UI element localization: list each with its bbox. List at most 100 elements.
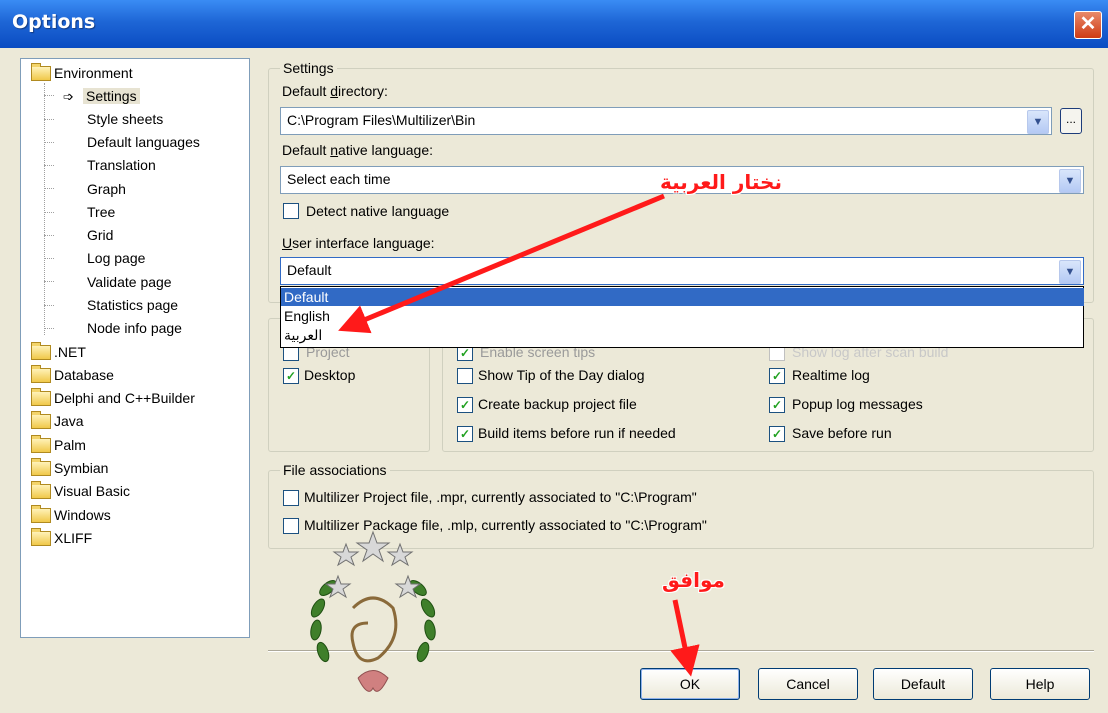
project-file-label: Multilizer Project file, .mpr, currently… (304, 489, 697, 505)
title-bar: Options ✕ (0, 0, 1108, 48)
folder-icon (31, 387, 51, 406)
folder-icon (31, 434, 51, 453)
label-part: ser interface language: (292, 235, 435, 251)
tree-item-node-info-page[interactable]: Node info page (87, 317, 182, 339)
tree-item-label: Visual Basic (54, 483, 131, 499)
folder-icon (31, 410, 51, 429)
label-accelerator: U (282, 235, 293, 251)
tree-item-windows[interactable]: Windows (31, 504, 111, 526)
label-part: Default (282, 83, 331, 99)
chevron-down-icon[interactable]: ▼ (1059, 260, 1081, 284)
tree-connector (44, 258, 54, 259)
tree-item-style-sheets[interactable]: Style sheets (87, 108, 163, 130)
ui-language-combo[interactable]: Default ▼ (280, 257, 1084, 285)
tree-item-validate-page[interactable]: Validate page (87, 271, 172, 293)
ui-language-label: User interface language: (282, 235, 435, 251)
default-button[interactable]: Default (873, 668, 973, 700)
tree-connector (44, 188, 54, 189)
native-language-label: Default native language: (282, 142, 433, 158)
tree-item-label: .NET (54, 344, 86, 360)
folder-icon (31, 62, 51, 81)
tree-item-visual-basic[interactable]: Visual Basic (31, 480, 130, 502)
tree-item-log-page[interactable]: Log page (87, 247, 145, 269)
build-items-checkbox[interactable]: ✓ (457, 426, 473, 442)
label-part: irectory: (338, 83, 388, 99)
popup-log-label: Popup log messages (792, 396, 923, 412)
show-tip-checkbox[interactable] (457, 368, 473, 384)
file-associations-title: File associations (280, 462, 390, 478)
tree-item-label: Palm (54, 437, 86, 453)
tree-item-label: XLIFF (54, 530, 93, 546)
tree-item-delphi[interactable]: Delphi and C++Builder (31, 387, 195, 409)
tree-connector (44, 83, 45, 335)
tree-connector (44, 328, 54, 329)
tree-item-symbian[interactable]: Symbian (31, 457, 108, 479)
default-directory-value: C:\Program Files\Multilizer\Bin (287, 112, 476, 128)
create-backup-checkbox[interactable]: ✓ (457, 397, 473, 413)
build-items-label: Build items before run if needed (478, 425, 676, 441)
tree-connector (44, 281, 54, 282)
help-button[interactable]: Help (990, 668, 1090, 700)
tree-connector (44, 165, 54, 166)
ui-language-dropdown-list[interactable]: Default English العربية (280, 286, 1084, 348)
tree-connector (44, 119, 54, 120)
desktop-checkbox[interactable]: ✓ (283, 368, 299, 384)
tree-item-environment[interactable]: Environment (31, 62, 133, 84)
dropdown-option-default[interactable]: Default (281, 288, 1084, 306)
settings-group-title: Settings (280, 60, 337, 76)
tree-item-database[interactable]: Database (31, 364, 114, 386)
label-part: Default (282, 142, 331, 158)
tree-connector (44, 142, 54, 143)
ok-button[interactable]: OK (640, 668, 740, 700)
browse-button[interactable]: ... (1060, 108, 1082, 134)
chevron-down-icon[interactable]: ▼ (1059, 169, 1081, 193)
dropdown-option-english[interactable]: English (281, 307, 1084, 325)
label-part: ative language: (338, 142, 434, 158)
annotation-ok-arabic: موافق (662, 568, 725, 592)
tree-item-label: Database (54, 367, 114, 383)
close-icon[interactable]: ✕ (1074, 11, 1102, 39)
tree-item-graph[interactable]: Graph (87, 178, 126, 200)
create-backup-label: Create backup project file (478, 396, 637, 412)
detect-native-checkbox[interactable] (283, 203, 299, 219)
label-accelerator: n (330, 142, 339, 158)
tree-item-label: Java (54, 413, 84, 429)
tree-item-label: Environment (54, 65, 133, 81)
realtime-log-label: Realtime log (792, 367, 870, 383)
detect-native-label: Detect native language (306, 203, 450, 219)
dropdown-option-arabic[interactable]: العربية (281, 326, 1084, 344)
chevron-down-icon[interactable]: ▼ (1027, 110, 1049, 134)
folder-icon (31, 527, 51, 546)
default-directory-combo[interactable]: C:\Program Files\Multilizer\Bin ▼ (280, 107, 1052, 135)
save-before-run-label: Save before run (792, 425, 892, 441)
native-language-value: Select each time (287, 171, 391, 187)
tree-item-label: Windows (54, 507, 111, 523)
tree-item-grid[interactable]: Grid (87, 224, 113, 246)
tree-connector (44, 212, 54, 213)
tree-item-dotnet[interactable]: .NET (31, 341, 86, 363)
tree-item-palm[interactable]: Palm (31, 434, 86, 456)
tree-item-settings[interactable]: ➩ Settings (63, 85, 140, 107)
tree-item-statistics-page[interactable]: Statistics page (87, 294, 178, 316)
tree-item-label: Delphi and C++Builder (54, 390, 195, 406)
folder-icon (31, 364, 51, 383)
tree-item-translation[interactable]: Translation (87, 154, 156, 176)
tree-item-java[interactable]: Java (31, 410, 84, 432)
tree-connector (44, 95, 54, 96)
folder-icon (31, 457, 51, 476)
label-accelerator: d (330, 83, 339, 99)
window-title: Options (12, 11, 96, 33)
cancel-button[interactable]: Cancel (758, 668, 858, 700)
folder-icon (31, 480, 51, 499)
default-directory-label: Default directory: (282, 83, 388, 99)
project-file-checkbox[interactable] (283, 490, 299, 506)
package-file-checkbox[interactable] (283, 518, 299, 534)
tree-item-xliff[interactable]: XLIFF (31, 527, 92, 549)
category-tree[interactable]: Environment ➩ Settings Style sheets Defau… (20, 58, 250, 638)
save-before-run-checkbox[interactable]: ✓ (769, 426, 785, 442)
popup-log-checkbox[interactable]: ✓ (769, 397, 785, 413)
annotation-choose-arabic: نختار العربية (660, 170, 782, 194)
tree-item-tree[interactable]: Tree (87, 201, 115, 223)
tree-item-default-languages[interactable]: Default languages (87, 131, 200, 153)
realtime-log-checkbox[interactable]: ✓ (769, 368, 785, 384)
